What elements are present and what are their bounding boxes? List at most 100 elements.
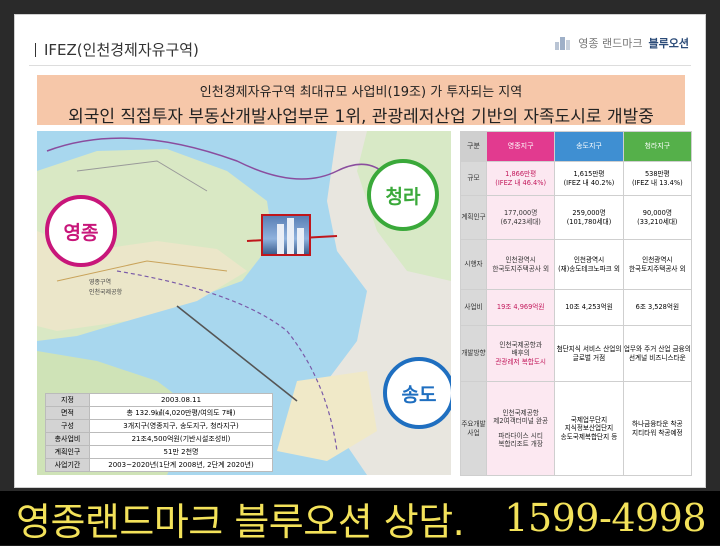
cell-line: (67,423세대) bbox=[500, 217, 541, 226]
cell-line: (IFEZ 내 40.2%) bbox=[563, 178, 615, 187]
comparison-cell: 업무와 주거 산업 금융의 선계널 비즈니스타운 bbox=[622, 325, 693, 382]
row-header: 개발방향 bbox=[460, 325, 487, 382]
comparison-cell: 하나금융타운 착공 지티타워 착공예정 bbox=[622, 381, 693, 476]
cell-line: (IFEZ 내 46.4%) bbox=[495, 178, 547, 187]
info-key: 지정 bbox=[45, 393, 90, 407]
district-comparison-table: 구분 영종지구 송도지구 청라지구 규모 1,866만평 (IFEZ 내 46.4%… bbox=[460, 131, 693, 476]
cell-line: 글로벌 거점 bbox=[572, 353, 606, 362]
info-key: 총사업비 bbox=[45, 432, 90, 446]
cell-line: 관광레저 복합도시 bbox=[495, 357, 546, 366]
cell-line: 지티타워 착공예정 bbox=[632, 428, 683, 437]
cell-line: 1,866만평 bbox=[505, 170, 537, 179]
cell-line: 선계널 비즈니스타운 bbox=[628, 353, 686, 362]
row-header: 사업비 bbox=[460, 289, 487, 326]
comparison-row: 개발방향 인천국제공항과 배후의 관광레저 복합도시 첨단지식 서비스 산업의 글로벌 거… bbox=[460, 325, 693, 382]
comparison-cell: 1,615만평 (IFEZ 내 40.2%) bbox=[554, 161, 624, 196]
cell-line: 1,615만평 bbox=[573, 170, 605, 179]
cell-line: 첨단지식 서비스 산업의 bbox=[556, 345, 622, 354]
comparison-cell: 첨단지식 서비스 산업의 글로벌 거점 bbox=[554, 325, 624, 382]
brand-logo: 영종 랜드마크 블루오션 bbox=[554, 35, 689, 51]
comparison-row: 주요개발사업 인천국제공항 제2여객터미널 완공 파라다이스 시티 복합리조트 개장 국제… bbox=[460, 381, 693, 476]
cell-line: 업무와 주거 산업 금융의 bbox=[623, 345, 691, 354]
yeongjong-circle-label: 영종 bbox=[45, 195, 117, 267]
column-header-songdo: 송도지구 bbox=[554, 131, 624, 162]
slide: IFEZ(인천경제자유구역) 영종 랜드마크 블루오션 인천경제자유구역 최대규… bbox=[14, 14, 706, 488]
landmark-building-photo bbox=[261, 214, 311, 256]
row-header: 규모 bbox=[460, 161, 487, 196]
comparison-cell: 538만평 (IFEZ 내 13.4%) bbox=[622, 161, 693, 196]
banner-line-1: 인천경제자유구역 최대규모 사업비(19조) 가 투자되는 지역 bbox=[199, 85, 523, 100]
info-value: 3개지구(영종지구, 송도지구, 청라지구) bbox=[89, 419, 273, 433]
cheongna-circle-label: 청라 bbox=[367, 159, 439, 231]
comparison-cell: 90,000명 (33,210세대) bbox=[622, 195, 693, 240]
cell-line: 복합리조트 개장 bbox=[498, 439, 543, 448]
cell-line: (33,210세대) bbox=[637, 217, 678, 226]
cell-line: 송도국제복합단지 등 bbox=[560, 432, 618, 441]
cell-line: 인천광역시 bbox=[573, 256, 605, 265]
comparison-row: 시행자 인천광역시 한국토지주택공사 외 인천광역시 (재)송도테크노파크 외 인천광역시… bbox=[460, 239, 693, 290]
row-header: 시행자 bbox=[460, 239, 487, 290]
cell-line: 제2여객터미널 완공 bbox=[493, 417, 549, 426]
page-title-text: IFEZ(인천경제자유구역) bbox=[44, 41, 199, 59]
contact-footer: 영종랜드마크 블루오션 상담. 1599-4998 bbox=[0, 491, 720, 545]
comparison-cell: 19조 4,969억원 bbox=[485, 289, 556, 326]
info-value: 2003~2020년(1단계 2008년, 2단계 2020년) bbox=[89, 458, 273, 472]
info-key: 구성 bbox=[45, 419, 90, 433]
info-row: 구성 3개지구(영종지구, 송도지구, 청라지구) bbox=[45, 419, 273, 433]
logo-brand: 블루오션 bbox=[648, 37, 689, 50]
comparison-cell: 인천광역시 (재)송도테크노파크 외 bbox=[554, 239, 624, 290]
ifez-info-table: 지정 2003.08.11 면적 총 132.9㎢(4,020만평/여의도 7배) 구성… bbox=[45, 393, 273, 472]
banner-line-2: 외국인 직접투자 부동산개발사업부문 1위, 관광레저산업 기반의 자족도시로 … bbox=[68, 107, 654, 127]
info-value: 2003.08.11 bbox=[89, 393, 273, 407]
info-key: 면적 bbox=[45, 406, 90, 420]
info-row: 면적 총 132.9㎢(4,020만평/여의도 7배) bbox=[45, 406, 273, 420]
info-row: 지정 2003.08.11 bbox=[45, 393, 273, 407]
comparison-cell: 10조 4,253억원 bbox=[554, 289, 624, 326]
header-divider bbox=[29, 65, 691, 66]
footer-text: 영종랜드마크 블루오션 상담. bbox=[16, 499, 465, 544]
page-frame: IFEZ(인천경제자유구역) 영종 랜드마크 블루오션 인천경제자유구역 최대규… bbox=[0, 0, 720, 545]
comparison-row: 사업비 19조 4,969억원 10조 4,253억원 6조 3,528억원 bbox=[460, 289, 693, 326]
comparison-cell: 인천광역시 한국토지주택공사 외 bbox=[485, 239, 556, 290]
cell-line: 배후의 bbox=[511, 349, 530, 358]
info-value: 51만 2천명 bbox=[89, 445, 273, 459]
area-map: 영종 청라 송도 영종구역 인천국제공항 지정 2003.08.11 면적 총 132… bbox=[37, 131, 451, 475]
cell-line: 538만평 bbox=[644, 170, 670, 179]
cell-line: (재)송도테크노파크 외 bbox=[558, 264, 620, 273]
info-value: 총 132.9㎢(4,020만평/여의도 7배) bbox=[89, 406, 273, 420]
column-header-yeongjong: 영종지구 bbox=[485, 131, 556, 162]
comparison-row: 규모 1,866만평 (IFEZ 내 46.4%) 1,615만평 (IFEZ 내 40… bbox=[460, 161, 693, 196]
comparison-row: 계획인구 177,000명 (67,423세대) 259,000명 (101,780세대… bbox=[460, 195, 693, 240]
info-row: 총사업비 21조4,500억원(기반시설조성비) bbox=[45, 432, 273, 446]
corner-header: 구분 bbox=[460, 131, 487, 162]
songdo-circle-label: 송도 bbox=[383, 357, 451, 429]
comparison-cell: 259,000명 (101,780세대) bbox=[554, 195, 624, 240]
map-label: 영종구역 bbox=[89, 279, 112, 286]
comparison-cell: 인천국제공항 제2여객터미널 완공 파라다이스 시티 복합리조트 개장 bbox=[485, 381, 556, 476]
cell-line: 6조 3,528억원 bbox=[635, 303, 680, 312]
cell-line: 10조 4,253억원 bbox=[565, 303, 613, 312]
comparison-cell: 1,866만평 (IFEZ 내 46.4%) bbox=[485, 161, 556, 196]
cell-line: 한국토지주택공사 외 bbox=[492, 264, 550, 273]
comparison-cell: 인천광역시 한국토지주택공사 외 bbox=[622, 239, 693, 290]
comparison-cell: 177,000명 (67,423세대) bbox=[485, 195, 556, 240]
info-value: 21조4,500억원(기반시설조성비) bbox=[89, 432, 273, 446]
info-key: 계획인구 bbox=[45, 445, 90, 459]
column-header-cheongna: 청라지구 bbox=[622, 131, 693, 162]
comparison-header-row: 구분 영종지구 송도지구 청라지구 bbox=[460, 131, 693, 162]
cell-line: (101,780세대) bbox=[566, 217, 612, 226]
cell-line: 인천광역시 bbox=[642, 256, 673, 265]
info-row: 사업기간 2003~2020년(1단계 2008년, 2단계 2020년) bbox=[45, 458, 273, 472]
comparison-cell: 인천국제공항과 배후의 관광레저 복합도시 bbox=[485, 325, 556, 382]
phone-number[interactable]: 1599-4998 bbox=[504, 496, 706, 540]
cell-line: 19조 4,969억원 bbox=[496, 303, 545, 312]
cell-line: 한국토지주택공사 외 bbox=[628, 264, 686, 273]
cell-line: (IFEZ 내 13.4%) bbox=[631, 178, 683, 187]
building-icon bbox=[555, 37, 571, 50]
row-header: 주요개발사업 bbox=[460, 381, 487, 476]
cell-line: 177,000명 bbox=[503, 209, 538, 218]
page-title: IFEZ(인천경제자유구역) bbox=[35, 39, 199, 60]
cell-line: 파라다이스 시티 bbox=[498, 431, 543, 440]
comparison-cell: 6조 3,528억원 bbox=[622, 289, 693, 326]
row-header: 계획인구 bbox=[460, 195, 487, 240]
